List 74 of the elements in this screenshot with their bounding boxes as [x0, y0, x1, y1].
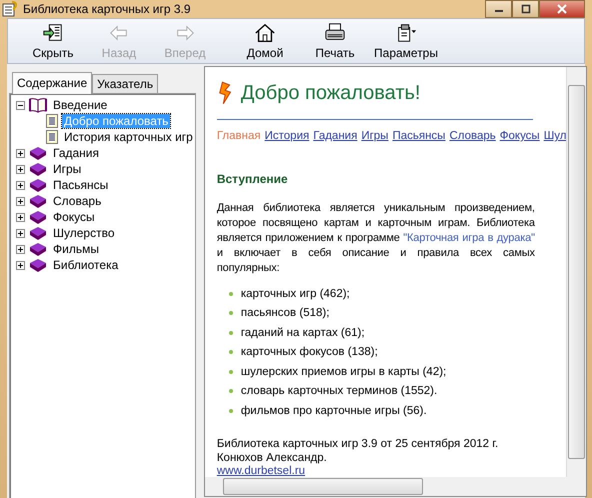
- nav-link[interactable]: Словарь: [449, 130, 496, 142]
- tab[interactable]: Указатель: [92, 74, 158, 93]
- bullet-icon: [228, 350, 233, 354]
- bullet-icon: [228, 311, 233, 316]
- page-heading: Добро пожаловать!: [240, 82, 420, 104]
- home-icon: [253, 22, 277, 44]
- expand-icon[interactable]: [16, 148, 25, 158]
- tab[interactable]: Содержание: [12, 72, 92, 94]
- book-icon: [29, 161, 47, 177]
- close-icon: [557, 4, 567, 14]
- print-button[interactable]: Печать: [302, 19, 368, 63]
- horizontal-scrollbar[interactable]: [204, 476, 586, 496]
- tree-item[interactable]: Гадания: [51, 146, 102, 160]
- expand-icon[interactable]: [16, 212, 25, 222]
- open-book-icon: [29, 97, 47, 113]
- expand-icon[interactable]: [16, 164, 25, 174]
- tree-item[interactable]: Пасьянсы: [51, 178, 110, 192]
- website-link[interactable]: www.durbetsel.ru: [216, 464, 306, 476]
- expand-icon[interactable]: [16, 228, 25, 238]
- book-icon: [29, 193, 47, 209]
- tree-item[interactable]: Библиотека: [51, 258, 120, 272]
- section-heading: Вступление: [216, 172, 289, 186]
- list-item: словарь карточных терминов (1552).: [240, 385, 438, 398]
- maximize-button[interactable]: [512, 0, 539, 18]
- options-button[interactable]: Параметры: [368, 19, 444, 63]
- expand-icon[interactable]: [16, 244, 25, 254]
- nav-link[interactable]: История: [264, 130, 310, 142]
- bullet-icon: [228, 292, 233, 296]
- collapse-icon[interactable]: [16, 100, 25, 110]
- tree-item[interactable]: Фильмы: [51, 242, 101, 256]
- tree-item[interactable]: Введение: [51, 98, 110, 112]
- program-link[interactable]: "Карточная игра в дурака": [403, 232, 535, 244]
- close-button[interactable]: [539, 0, 585, 18]
- nav-link[interactable]: Игры: [361, 130, 388, 142]
- tree-item[interactable]: История карточных игр: [62, 130, 195, 144]
- expand-icon[interactable]: [16, 196, 25, 206]
- list-item: карточных игр (462);: [240, 288, 350, 300]
- hide-button[interactable]: Скрыть: [20, 19, 86, 63]
- book-icon: [29, 209, 47, 225]
- tree-item[interactable]: Шулерство: [51, 226, 116, 240]
- book-icon: [29, 241, 47, 257]
- tree-item[interactable]: Игры: [51, 162, 84, 176]
- intro-paragraph: Данная библиотека является уникальным произведением, которое посвящено картам и карточным играм. Библиотека является приложением к программе "Карточная игра в дурака" и включает в себя описание и правила всех самых популярных:: [216, 201, 535, 276]
- bullet-icon: [228, 370, 233, 374]
- book-icon: [29, 257, 47, 273]
- page-icon: [46, 114, 58, 128]
- maximize-icon: [520, 4, 530, 14]
- tree-item[interactable]: Фокусы: [51, 210, 97, 224]
- nav-link[interactable]: Шул: [544, 130, 566, 142]
- nav-link[interactable]: Гадания: [313, 130, 358, 142]
- bullet-icon: [228, 408, 233, 413]
- help-file-icon: [2, 1, 18, 17]
- home-button[interactable]: Домой: [228, 19, 302, 63]
- list-item: гаданий на картах (61);: [240, 326, 365, 339]
- page-icon: [46, 130, 58, 144]
- nav-link[interactable]: Фокусы: [500, 130, 540, 142]
- list-item: карточных фокусов (138);: [240, 346, 378, 358]
- footer-text: Библиотека карточных игр 3.9 от 25 сентября 2012 г.: [216, 436, 500, 450]
- expand-icon[interactable]: [16, 180, 25, 190]
- book-icon: [29, 177, 47, 193]
- bullet-icon: [228, 389, 233, 394]
- minimize-button[interactable]: [485, 0, 512, 18]
- bullet-icon: [228, 330, 233, 335]
- book-icon: [29, 225, 47, 241]
- expand-icon[interactable]: [16, 260, 25, 270]
- window-title: Библиотека карточных игр 3.9: [23, 2, 192, 16]
- tree-item[interactable]: Словарь: [51, 194, 104, 208]
- list-item: шулерских приемов игры в карты (42);: [240, 366, 446, 378]
- book-icon: [29, 145, 47, 161]
- vertical-scrollbar[interactable]: [566, 67, 586, 476]
- footer-text: Конюхов Александр.: [216, 450, 328, 464]
- list-item: пасьянсов (518);: [240, 307, 330, 320]
- list-item: фильмов про карточные игры (56).: [240, 404, 427, 417]
- nav-link[interactable]: Пасьянсы: [392, 130, 446, 142]
